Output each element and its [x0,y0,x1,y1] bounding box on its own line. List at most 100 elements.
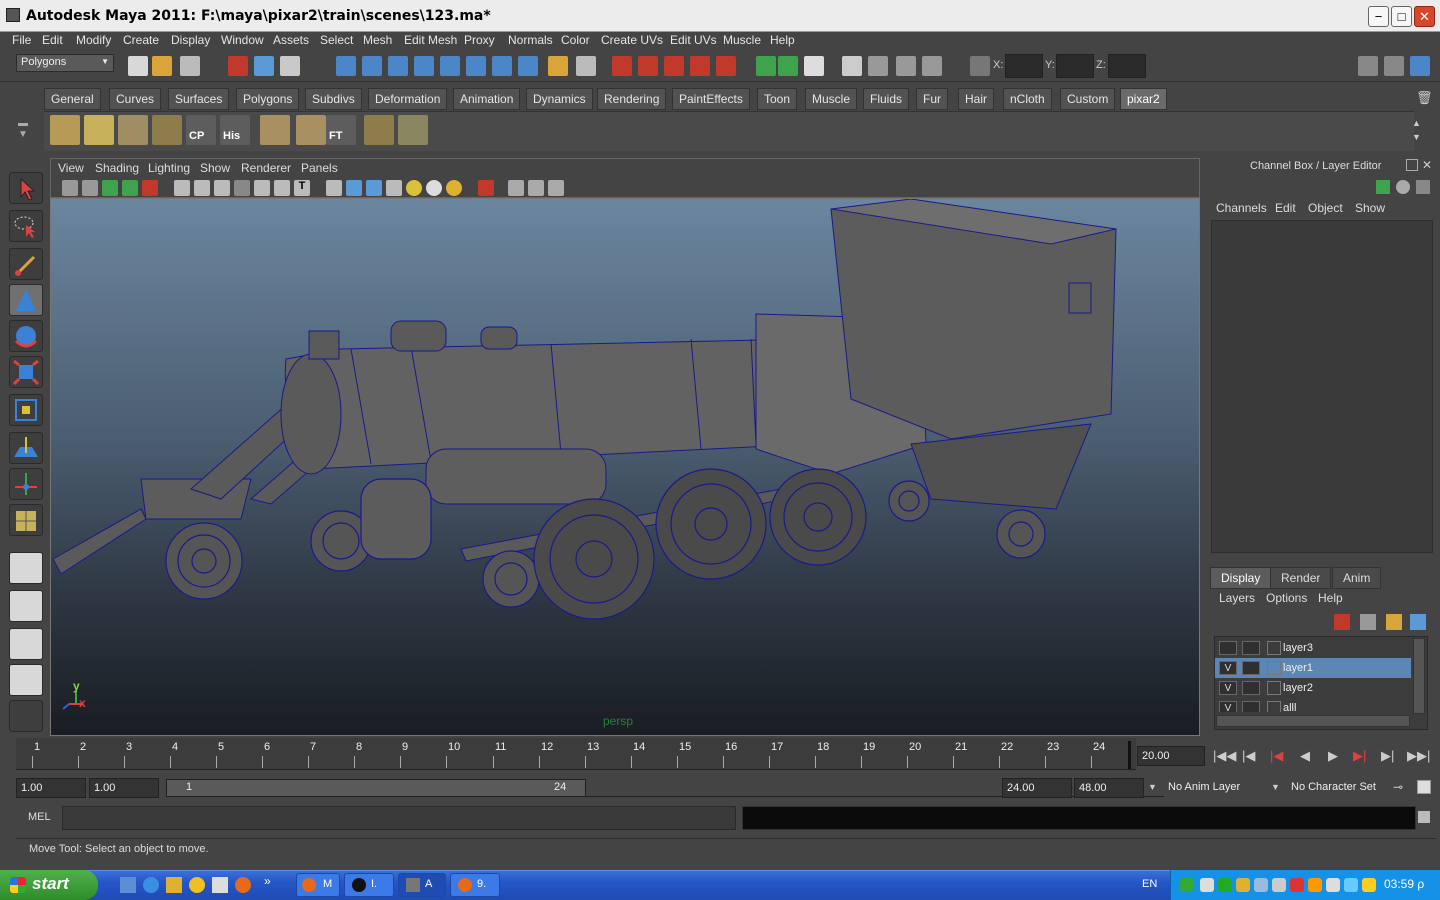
show-desktop-icon[interactable] [120,877,136,893]
snap-view-plane-icon[interactable] [414,56,434,76]
tray-volume-icon[interactable] [1326,878,1340,892]
camera-attributes-icon[interactable] [82,180,98,196]
image-plane-icon[interactable] [122,180,138,196]
xray-joints-icon[interactable] [528,180,544,196]
tray-app-icon[interactable] [1362,878,1376,892]
paint-select-tool-icon[interactable] [9,248,43,280]
ipr-render-icon[interactable] [638,56,658,76]
tray-app-icon[interactable] [1308,878,1322,892]
menu-create[interactable]: Create [123,33,159,47]
universal-manipulator-icon[interactable] [9,394,43,426]
step-forward-key-icon[interactable]: ▶| [1353,748,1366,764]
menu-mesh[interactable]: Mesh [363,33,392,47]
media-icon[interactable] [212,877,228,893]
snap-curve-icon[interactable] [362,56,382,76]
channel-box-toggle-icon[interactable] [1410,56,1430,76]
options-menu[interactable]: Options [1266,591,1307,605]
history-icon[interactable]: His [220,115,250,145]
x-field[interactable] [1005,54,1043,78]
shelf-tab-rendering[interactable]: Rendering [597,88,667,110]
shadows-icon[interactable] [446,180,462,196]
menu-display[interactable]: Display [171,33,210,47]
panel-menu-panels[interactable]: Panels [301,161,338,175]
new-layer-selected-icon[interactable] [1334,614,1350,630]
shelf-tab-fluids[interactable]: Fluids [863,88,910,110]
single-perspective-layout-icon[interactable] [9,552,43,584]
layer-visibility-toggle[interactable]: V [1219,701,1237,712]
render-current-icon[interactable] [612,56,632,76]
menu-muscle[interactable]: Muscle [723,33,761,47]
tray-network-icon[interactable] [1180,878,1194,892]
menu-modify[interactable]: Modify [76,33,111,47]
menu-normals[interactable]: Normals [508,33,553,47]
scale-tool-icon[interactable] [9,356,43,388]
animation-preferences-icon[interactable] [1417,780,1431,794]
shelf-tab-painteffects[interactable]: PaintEffects [672,88,750,110]
character-set-select[interactable]: No Character Set [1287,778,1387,798]
smooth-shade-icon[interactable] [346,180,362,196]
train-wireframe-model[interactable] [51,198,1201,737]
tool-settings-toggle-icon[interactable] [1384,56,1404,76]
tray-update-icon[interactable] [1218,878,1232,892]
xray-components-icon[interactable] [548,180,564,196]
step-back-icon[interactable]: |◀ [1242,748,1255,764]
attribute-mode-icon[interactable] [1416,180,1430,194]
auto-key-icon[interactable]: ⊸ [1393,780,1403,794]
make-live-icon[interactable] [440,56,460,76]
layers-menu[interactable]: Layers [1219,591,1255,605]
panel-menu-lighting[interactable]: Lighting [148,161,190,175]
show-manipulator-icon[interactable] [9,468,43,500]
layer-stack-icon[interactable] [364,115,394,145]
camera-icon[interactable] [842,56,862,76]
default-light-icon[interactable] [406,180,422,196]
soft-modification-icon[interactable] [9,432,43,464]
playback-end-field[interactable]: 24.00 [1002,778,1072,798]
menu-help[interactable]: Help [770,33,795,47]
lasso-tool-icon[interactable] [9,210,43,242]
character-set-dropdown-icon[interactable]: ▼ [1271,782,1280,792]
shelf-tab-general[interactable]: General [44,88,101,110]
layer-playback-toggle[interactable] [1242,681,1260,695]
center-pivot-icon[interactable]: CP [186,115,216,145]
rotate-tool-icon[interactable] [9,320,43,352]
sidebar-toggle-icon[interactable] [804,56,824,76]
poly-plane-icon[interactable] [50,115,80,145]
safe-action-icon[interactable] [274,180,290,196]
z-field[interactable] [1108,54,1146,78]
xray-icon[interactable] [508,180,524,196]
layer-row[interactable]: V layer1 [1215,658,1411,678]
wireframe-shading-icon[interactable] [326,180,342,196]
layer-color-swatch[interactable] [1267,641,1281,655]
menu-window[interactable]: Window [221,33,264,47]
lock-icon[interactable] [548,56,568,76]
layer-list-scrollbar[interactable] [1413,638,1425,714]
render-settings-icon[interactable] [664,56,684,76]
play-forwards-icon[interactable]: ▶ [1328,748,1338,764]
menu-assets[interactable]: Assets [273,33,309,47]
layer-row[interactable]: V alll [1215,698,1411,712]
script-editor-icon[interactable] [1418,811,1430,823]
shelf-tab-deformation[interactable]: Deformation [368,88,448,110]
layer-row[interactable]: V layer2 [1215,678,1411,698]
menu-create-uvs[interactable]: Create UVs [601,33,663,47]
cube-icon[interactable] [260,115,290,145]
menu-proxy[interactable]: Proxy [464,33,495,47]
tray-safely-remove-icon[interactable] [1200,878,1214,892]
menu-color[interactable]: Color [561,33,590,47]
layer-options-icon[interactable] [1410,614,1426,630]
language-indicator[interactable]: EN [1142,878,1157,890]
save-scene-icon[interactable] [180,56,200,76]
layer-list-h-scrollbar[interactable] [1216,715,1410,727]
bookmarks-icon[interactable] [102,180,118,196]
current-time-marker[interactable] [1128,741,1131,769]
playback-start-field[interactable]: 1.00 [89,778,159,798]
layer-playback-toggle[interactable] [1242,701,1260,712]
tray-app-icon[interactable] [1254,878,1268,892]
tray-display-icon[interactable] [1272,878,1286,892]
select-camera-icon[interactable] [62,180,78,196]
attribute-editor-toggle-icon[interactable] [1358,56,1378,76]
snap-point-icon[interactable] [388,56,408,76]
move-tool-icon[interactable] [9,284,43,316]
resolution-gate-icon[interactable] [214,180,230,196]
shelf-tab-curves[interactable]: Curves [109,88,162,110]
